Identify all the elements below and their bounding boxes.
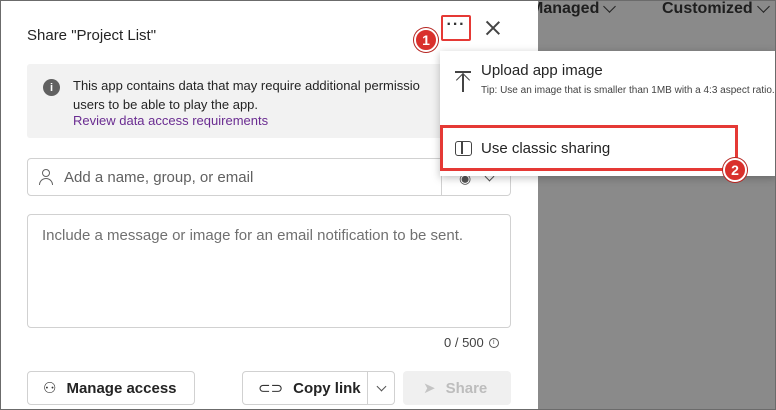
chevron-down-icon [376, 381, 386, 391]
message-placeholder: Include a message or image for an email … [42, 227, 464, 244]
dialog-title: Share "Project List" [27, 27, 157, 44]
manage-access-label: Manage access [66, 379, 177, 397]
upload-app-image-label: Upload app image [481, 62, 603, 79]
share-label: Share [445, 379, 488, 397]
send-icon: ➤ [423, 380, 436, 397]
info-message-line: This app contains data that may require … [73, 78, 420, 93]
more-options-menu: Upload app image Tip: Use an image that … [440, 51, 776, 176]
column-header-managed-label: Managed [530, 0, 600, 17]
copy-link-dropdown-button[interactable] [367, 371, 395, 405]
column-header-managed[interactable]: Managed [530, 0, 617, 18]
copy-link-label: Copy link [293, 379, 361, 397]
menu-item-upload-app-image[interactable]: Upload app image Tip: Use an image that … [440, 51, 776, 117]
character-counter: 0 / 500 i [444, 335, 499, 350]
menu-item-use-classic-sharing[interactable]: Use classic sharing [440, 125, 738, 171]
close-icon[interactable] [482, 17, 504, 39]
callout-badge-2: 2 [723, 158, 747, 182]
link-icon: ⊂⊃ [258, 380, 284, 397]
upload-tip-text: Tip: Use an image that is smaller than 1… [481, 85, 775, 96]
review-data-access-link[interactable]: Review data access requirements [73, 113, 268, 128]
info-message-line: users to be able to play the app. [73, 97, 259, 112]
upload-icon [455, 71, 471, 93]
panel-icon [455, 141, 472, 156]
info-message: This app contains data that may require … [73, 76, 420, 114]
chevron-down-icon [603, 0, 617, 13]
use-classic-sharing-label: Use classic sharing [481, 140, 611, 157]
manage-access-button[interactable]: ⚇ Manage access [27, 371, 195, 405]
info-icon[interactable]: i [488, 337, 499, 348]
column-header-customized[interactable]: Customized [662, 0, 770, 18]
share-button[interactable]: ➤ Share [403, 371, 511, 405]
people-input-placeholder: Add a name, group, or email [64, 169, 254, 186]
chevron-down-icon [756, 0, 770, 13]
character-count-text: 0 / 500 [444, 335, 484, 350]
data-access-info-banner: i This app contains data that may requir… [27, 64, 467, 138]
callout-badge-1: 1 [414, 28, 438, 52]
info-icon: i [43, 79, 60, 96]
more-options-button[interactable]: ··· [441, 15, 471, 41]
copy-link-button[interactable]: ⊂⊃ Copy link [242, 371, 368, 405]
message-textarea[interactable]: Include a message or image for an email … [27, 214, 511, 328]
people-settings-icon: ⚇ [43, 380, 57, 397]
people-picker-input[interactable]: Add a name, group, or email ◉ [27, 158, 511, 196]
column-header-customized-label: Customized [662, 0, 753, 17]
person-icon [39, 169, 53, 185]
